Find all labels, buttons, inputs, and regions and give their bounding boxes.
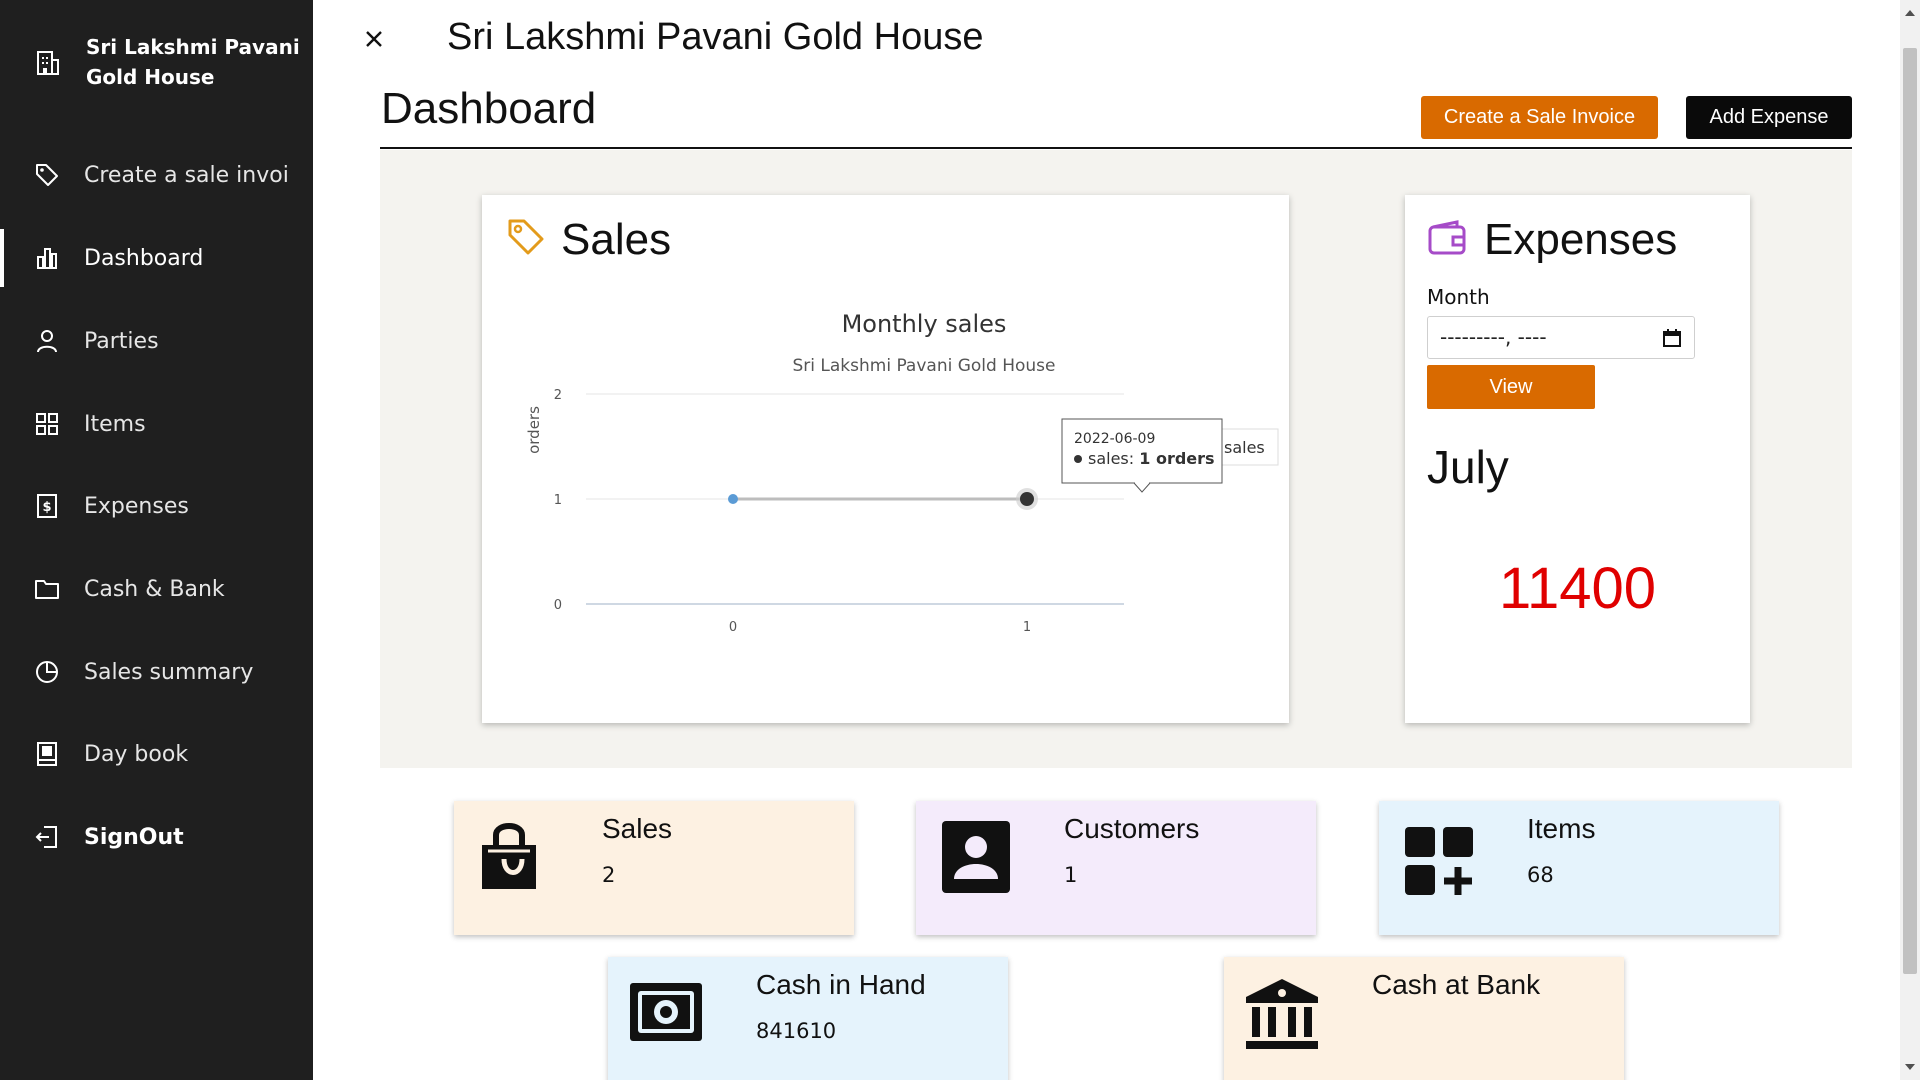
customers-tile[interactable]: Customers 1 [916,801,1316,935]
tile-title: Customers [1064,813,1200,844]
building-icon [37,51,59,75]
chart-tooltip: 2022-06-09 sales: 1 orders [1061,418,1223,493]
chart-subtitle: Sri Lakshmi Pavani Gold House [792,356,1055,376]
person-icon [37,330,57,353]
sales-card: Sales Monthly sales Sri Lakshmi Pavani G… [482,195,1289,723]
sidebar-item-label: Dashboard [84,245,204,271]
bank-icon [1246,979,1318,1049]
sidebar: Sri Lakshmi Pavani Gold House Create a s… [0,0,313,1080]
expense-amount: 11400 [1499,556,1656,621]
data-point [1019,492,1034,506]
sidebar-item-label: Cash & Bank [84,576,225,602]
y-tick-label: 2 [554,388,562,403]
view-button[interactable]: View [1427,365,1595,409]
expense-month-name: July [1427,441,1509,493]
legend-label: sales [1224,438,1265,457]
items-tile[interactable]: Items 68 [1379,801,1779,935]
tile-value: 1 [1064,863,1078,887]
sidebar-item-label: Items [84,411,146,437]
tooltip-series-name: sales [1088,449,1129,468]
tile-title: Cash in Hand [756,969,926,1000]
cash-in-hand-tile[interactable]: Cash in Hand 841610 [608,957,1008,1080]
cash-at-bank-tile[interactable]: Cash at Bank [1224,957,1624,1080]
sidebar-item-label: Create a sale invoice [84,162,290,188]
data-point [727,494,738,504]
header-divider [380,147,1852,149]
sidebar-item-create-sale-invoice[interactable]: Create a sale invoice [0,146,313,204]
sidebar-item-cash-bank[interactable]: Cash & Bank [0,560,313,618]
y-tick-label: 0 [554,598,562,613]
app-title: Sri Lakshmi Pavani Gold House [447,16,984,58]
add-expense-button[interactable]: Add Expense [1686,96,1852,139]
x-tick-label: 1 [1023,620,1031,635]
calendar-icon[interactable] [1662,328,1682,348]
tooltip-series: sales: 1 orders [1088,449,1215,468]
shopping-bag-icon [482,823,536,889]
close-icon[interactable] [362,27,386,51]
tile-value: 2 [602,863,616,887]
page-title: Dashboard [381,84,597,133]
month-input[interactable]: ---------, ---- [1427,316,1695,359]
scrollbar-thumb[interactable] [1903,48,1917,974]
book-icon [37,742,57,766]
sales-tile[interactable]: Sales 2 [454,801,854,935]
y-tick-label: 1 [554,493,562,508]
create-sale-invoice-button[interactable]: Create a Sale Invoice [1421,96,1658,139]
month-label: Month [1427,285,1490,309]
chart-grid: 0 1 2 0 1 [554,388,1124,635]
tile-title: Items [1527,813,1596,844]
tooltip-date: 2022-06-09 [1074,431,1155,447]
tag-icon [36,164,58,186]
sidebar-item-expenses[interactable]: $ Expenses [0,477,313,535]
add-grid-icon [1405,827,1473,895]
brand: Sri Lakshmi Pavani Gold House [0,0,313,125]
sidebar-item-signout[interactable]: SignOut [0,808,313,866]
tile-title: Sales [602,813,673,844]
sidebar-item-label: SignOut [84,824,184,850]
wallet-icon [1428,220,1466,255]
scroll-down-arrow-icon[interactable] [1905,1064,1915,1070]
tile-value: 68 [1527,863,1554,887]
chart-marks [727,488,1038,510]
sidebar-item-parties[interactable]: Parties [0,312,313,370]
receipt-icon: $ [37,494,57,518]
month-input-value: ---------, ---- [1440,325,1547,349]
sidebar-item-label: Expenses [84,493,189,519]
page-scrollbar[interactable] [1900,0,1920,1080]
sidebar-item-label: Parties [84,328,159,354]
sidebar-item-label: Day book [84,741,189,767]
sidebar-item-items[interactable]: Items [0,395,313,453]
scroll-up-arrow-icon[interactable] [1905,10,1915,16]
contact-icon [942,821,1010,893]
brand-name: Sri Lakshmi Pavani Gold House [86,35,300,89]
bar-chart-icon [37,248,57,269]
chart-title: Monthly sales [842,310,1007,338]
svg-text:$: $ [42,500,51,515]
sidebar-item-sales-summary[interactable]: Sales summary [0,643,313,701]
expenses-card-title: Expenses [1484,215,1678,264]
monthly-sales-chart: Monthly sales Sri Lakshmi Pavani Gold Ho… [525,310,1279,635]
pie-chart-icon [36,661,58,683]
x-tick-label: 0 [729,620,737,635]
tile-title: Cash at Bank [1372,969,1541,1000]
tooltip-value: 1 orders [1139,449,1214,468]
sidebar-item-day-book[interactable]: Day book [0,725,313,783]
expenses-card: Expenses Month ---------, ---- View July… [1405,195,1750,723]
y-axis-label: orders [525,406,543,454]
sidebar-item-label: Sales summary [84,659,254,685]
sign-out-icon [35,826,57,848]
folder-icon [35,580,59,599]
grid-icon [36,413,58,435]
cash-icon [630,983,702,1041]
sidebar-item-dashboard[interactable]: Dashboard [0,229,313,287]
tile-value: 841610 [756,1019,837,1043]
